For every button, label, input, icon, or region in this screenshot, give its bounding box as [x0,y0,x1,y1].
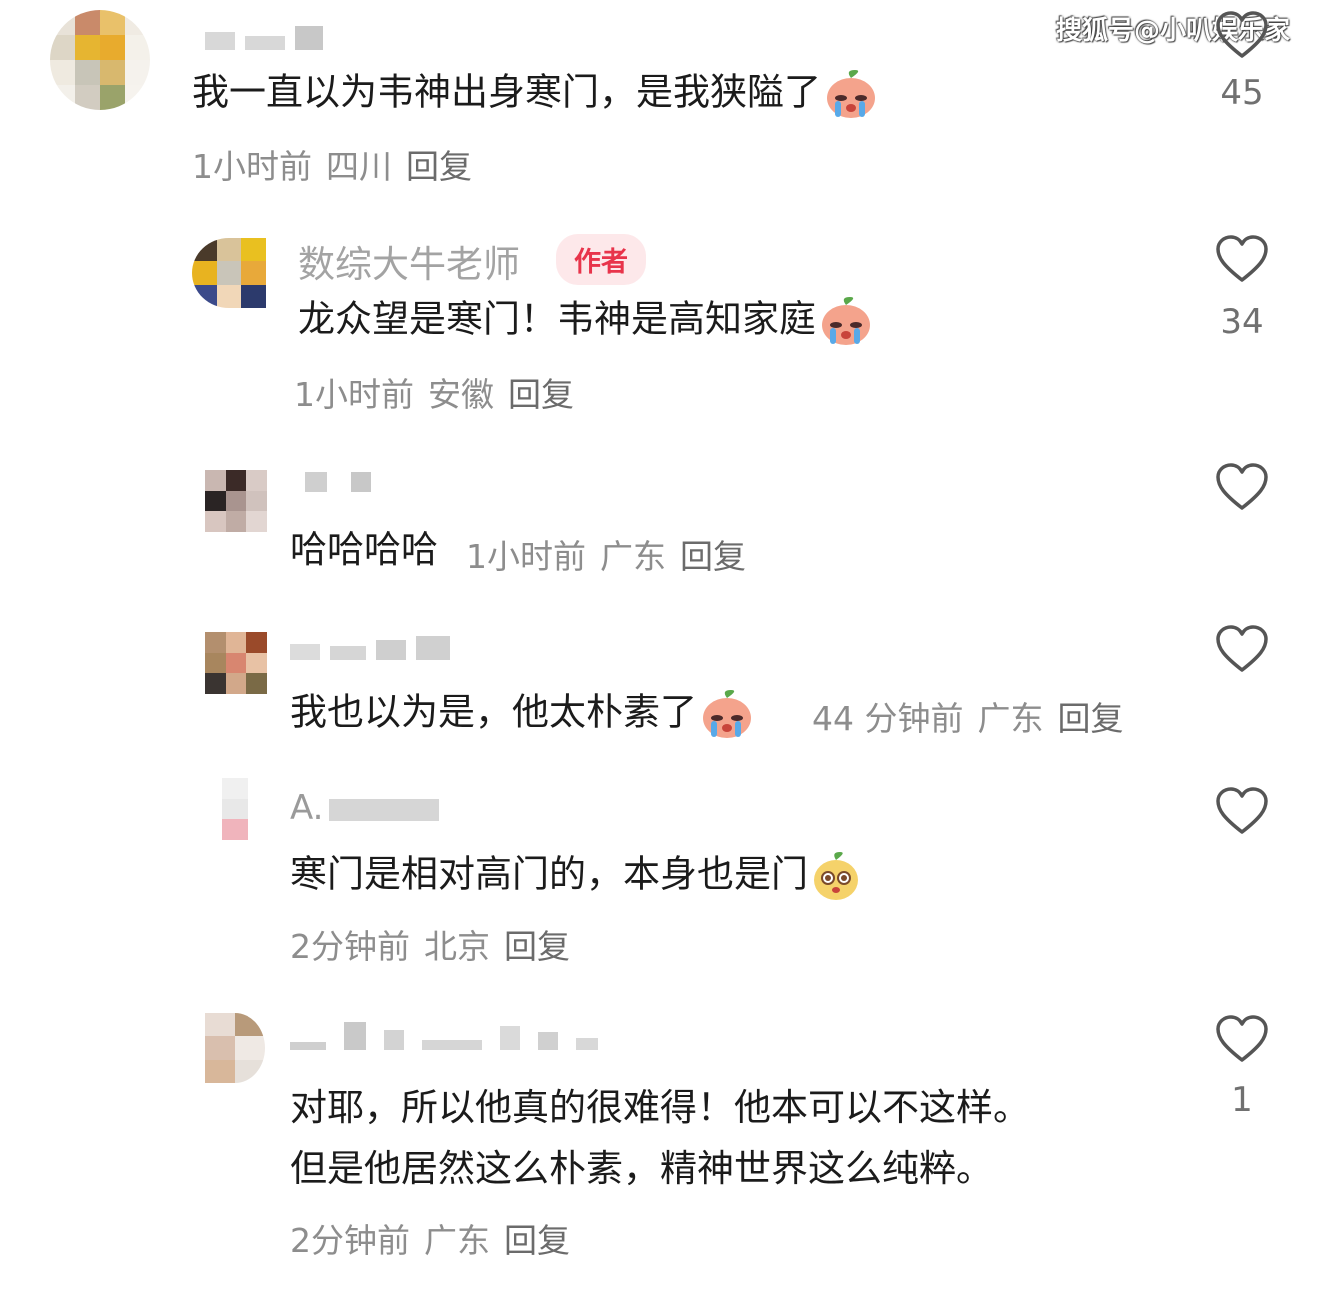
heart-outline-icon [1216,1015,1268,1062]
like-count: 45 [1220,73,1264,113]
comment-meta: 1小时前 安徽 回复 [294,368,574,416]
comment-time: 1小时前 [192,147,312,186]
comment-text: 我也以为是，他太朴素了 [290,688,755,740]
comment-location: 广东 [600,537,666,576]
author-badge: 作者 [556,234,646,285]
comment-meta: 1小时前 四川 回复 [192,140,472,188]
avatar[interactable] [205,1013,265,1083]
comment-text: 我一直以为韦神出身寒门，是我狭隘了 [192,68,879,120]
comment-text: 龙众望是寒门！韦神是高知家庭 [298,295,874,347]
reply-button[interactable]: 回复 [504,1221,570,1260]
username-blurred[interactable] [290,636,450,660]
surprised-bean-emoji [814,852,858,900]
comment-time: 1小时前 [466,537,586,576]
reply-button[interactable]: 回复 [1057,699,1123,738]
username-blurred[interactable] [290,1022,598,1050]
comment-time: 1小时前 [294,375,414,414]
comment-meta: 1小时前 广东 回复 [466,530,746,578]
like-button[interactable] [1214,234,1270,284]
crying-peach-emoji [822,297,870,345]
like-button[interactable] [1214,1014,1270,1064]
heart-outline-icon [1216,11,1268,58]
reply-button[interactable]: 回复 [508,375,574,414]
comment-line: 但是他居然这么朴素，精神世界这么纯粹。 [290,1147,993,1191]
comment-location: 四川 [326,147,392,186]
comment-meta: 44 分钟前 广东 回复 [812,692,1123,740]
comment-time: 2分钟前 [290,927,410,966]
crying-peach-emoji [703,690,751,738]
heart-outline-icon [1216,235,1268,282]
avatar[interactable] [222,778,248,840]
heart-outline-icon [1216,625,1268,672]
username-blurred[interactable] [305,472,371,492]
like-count: 1 [1231,1080,1253,1120]
comment-text: 寒门是相对高门的，本身也是门 [290,850,862,902]
heart-outline-icon [1216,787,1268,834]
comment-line: 对耶，所以他真的很难得！他本可以不这样。 [290,1086,1030,1129]
comment-text: 哈哈哈哈 [290,528,438,571]
author-name[interactable]: A. [290,788,440,828]
comment-time: 44 分钟前 [812,699,964,738]
avatar[interactable] [192,238,266,308]
like-button[interactable] [1214,624,1270,674]
like-button[interactable] [1214,10,1270,60]
comment-meta: 2分钟前 广东 回复 [290,1214,570,1262]
crying-peach-emoji [827,70,875,118]
comment-location: 安徽 [428,375,494,414]
like-button[interactable] [1214,786,1270,836]
avatar[interactable] [50,10,150,110]
comment-meta: 2分钟前 北京 回复 [290,920,570,968]
reply-button[interactable]: 回复 [680,537,746,576]
avatar[interactable] [205,470,267,532]
author-name[interactable]: 数综大牛老师 [298,234,520,288]
reply-button[interactable]: 回复 [504,927,570,966]
avatar[interactable] [205,632,267,694]
username-blurred[interactable] [205,26,323,50]
comment-location: 广东 [424,1221,490,1260]
comment-location: 广东 [977,699,1044,738]
comment-location: 北京 [424,927,490,966]
like-button[interactable] [1214,462,1270,512]
like-count: 34 [1220,302,1264,342]
comment-text: 对耶，所以他真的很难得！他本可以不这样。 但是他居然这么朴素，精神世界这么纯粹。 [290,1077,1030,1199]
heart-outline-icon [1216,463,1268,510]
reply-button[interactable]: 回复 [406,147,472,186]
comment-time: 2分钟前 [290,1221,410,1260]
